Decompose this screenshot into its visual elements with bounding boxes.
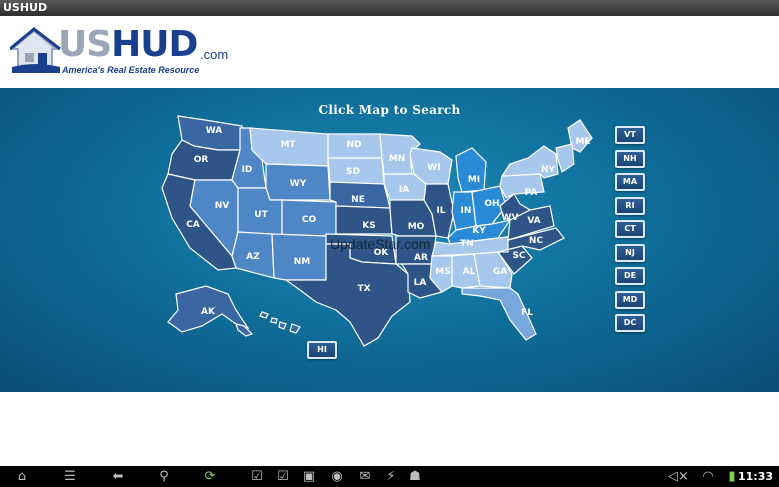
clock: 11:33: [737, 470, 773, 483]
state-NE[interactable]: [329, 181, 391, 209]
state-WY[interactable]: [265, 163, 331, 201]
state-button-ma[interactable]: MA: [615, 173, 645, 191]
state-button-de[interactable]: DE: [615, 267, 645, 285]
logo-us: US: [58, 24, 112, 65]
state-CO[interactable]: [281, 199, 337, 237]
app-root: USHUD USHUD .com America's Real Estate R…: [0, 0, 779, 487]
state-SD[interactable]: [327, 157, 385, 185]
logo-tagline: America's Real Estate Resource: [62, 65, 200, 75]
state-button-nh[interactable]: NH: [615, 149, 645, 168]
state-MT[interactable]: [249, 127, 329, 167]
state-button-ri[interactable]: RI: [615, 196, 645, 215]
wifi-icon: ◠: [702, 469, 714, 484]
state-button-md[interactable]: MD: [615, 290, 645, 309]
search-icon[interactable]: ⚲: [152, 468, 176, 485]
window-title: USHUD: [3, 1, 48, 14]
state-button-dc[interactable]: DC: [615, 314, 645, 332]
bag-icon: ▣: [302, 469, 316, 484]
state-AZ[interactable]: [231, 231, 275, 279]
task-icon: ☑: [251, 469, 263, 484]
logo-wordmark: USHUD: [58, 24, 198, 65]
state-FL[interactable]: [461, 287, 537, 341]
header: USHUD .com America's Real Estate Resourc…: [0, 16, 779, 88]
update-icon[interactable]: ⟳: [200, 468, 220, 485]
state-KS[interactable]: [335, 205, 393, 235]
chat-icon: ◉: [331, 469, 343, 484]
state-button-ct[interactable]: CT: [615, 220, 645, 238]
home-icon[interactable]: ⌂: [10, 468, 34, 485]
window-title-bar: USHUD: [0, 0, 779, 16]
logo-com: .com: [200, 47, 229, 62]
menu-icon[interactable]: ☰: [58, 468, 82, 485]
state-NY[interactable]: [500, 145, 559, 179]
state-button-hi[interactable]: HI: [307, 341, 337, 359]
hawaii-islands: [259, 311, 301, 334]
state-button-vt[interactable]: VT: [615, 126, 645, 144]
state-NE-small[interactable]: [555, 143, 575, 173]
state-PA[interactable]: [499, 173, 545, 199]
state-MI[interactable]: [455, 147, 487, 193]
android-icon: ☗: [409, 469, 421, 484]
mail-icon: ✉: [359, 469, 371, 484]
logo-hud: HUD: [111, 24, 198, 65]
state-AK-islands: [235, 323, 254, 337]
usb-icon: ⚡: [386, 469, 396, 484]
map-panel: Click Map to Search WA OR CA ID NV MT WY…: [0, 88, 779, 392]
state-ND[interactable]: [327, 133, 383, 159]
battery-icon: ▮: [728, 469, 736, 484]
state-NM[interactable]: [271, 233, 327, 281]
volume-icon: ◁×: [668, 469, 689, 484]
watermark: UpdateStar.com: [330, 236, 431, 252]
state-button-nj[interactable]: NJ: [615, 243, 645, 262]
house-logo-icon: [10, 27, 61, 73]
ushud-logo[interactable]: USHUD .com America's Real Estate Resourc…: [10, 25, 240, 83]
check-icon: ☑: [277, 469, 289, 484]
back-icon[interactable]: ⬅: [106, 468, 130, 485]
system-nav-bar: ⌂ ☰ ⬅ ⚲ ⟳ ☑ ☑ ▣ ◉ ✉ ⚡ ☗ ◁× ◠ ▮ 11:33: [0, 466, 779, 487]
